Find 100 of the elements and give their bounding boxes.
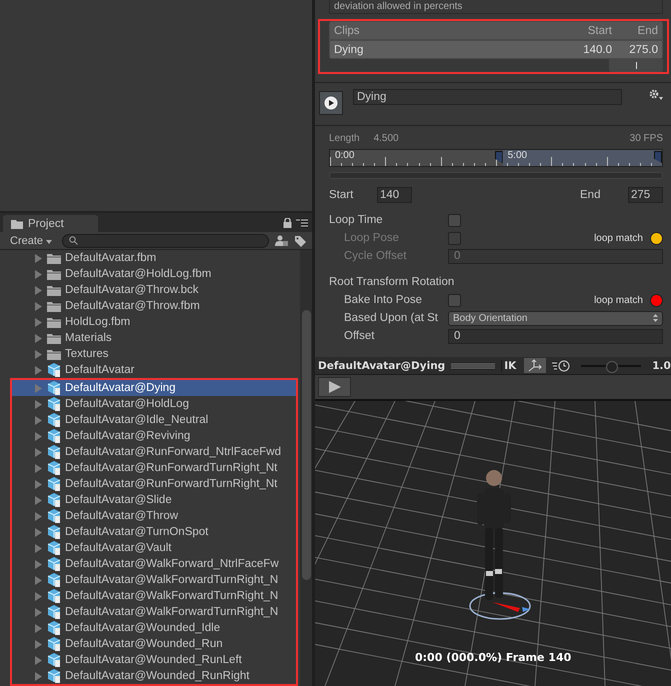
cube-icon: [47, 637, 61, 651]
3d-viewport[interactable]: 0:00 (000.0%) Frame 140: [315, 401, 671, 686]
timeline-label: 5:00: [508, 150, 528, 161]
cube-icon: [47, 397, 61, 411]
asset-list-item[interactable]: DefaultAvatar@RunForwardTurnRight_Nt: [12, 476, 296, 492]
end-field[interactable]: 275: [628, 187, 663, 203]
asset-list-item[interactable]: DefaultAvatar@HoldLog: [12, 396, 296, 412]
dropdown[interactable]: Body Orientation: [448, 310, 663, 326]
cube-icon: [47, 493, 61, 507]
range-handle[interactable]: [494, 151, 503, 163]
up-down-arrows-icon: [653, 314, 658, 322]
asset-list-item[interactable]: DefaultAvatar@Throw.bck: [0, 282, 300, 298]
cube-icon: [47, 413, 61, 427]
setting-label: Loop Pose: [344, 232, 400, 244]
cube-icon: [47, 381, 61, 395]
play-button[interactable]: [319, 91, 343, 115]
cube-icon: [47, 509, 61, 523]
asset-list-item[interactable]: DefaultAvatar@Wounded_RunLeft: [12, 652, 296, 668]
asset-list-item[interactable]: HoldLog.fbm: [0, 314, 300, 330]
search-field[interactable]: [62, 234, 269, 248]
asset-list-item[interactable]: Textures: [0, 346, 300, 362]
start-field[interactable]: 140: [377, 187, 412, 203]
timeline-track[interactable]: 0:00 5:00: [329, 149, 663, 167]
project-tab[interactable]: Project: [3, 215, 98, 232]
asset-list-item[interactable]: DefaultAvatar@Slide: [12, 492, 296, 508]
play-button[interactable]: [318, 377, 351, 397]
asset-list-item[interactable]: DefaultAvatar@WalkForward_NtrlFaceFw: [12, 556, 296, 572]
cube-icon: [47, 621, 61, 635]
asset-list-item[interactable]: DefaultAvatar@WalkForwardTurnRight_N: [12, 572, 296, 588]
drag-handle-icon[interactable]: [451, 362, 496, 368]
column-header: Clips: [334, 24, 361, 36]
timeline-label: 0:00: [334, 150, 354, 161]
ik-toggle[interactable]: IK: [501, 360, 518, 372]
playback-status: 0:00 (000.0%) Frame 140: [415, 651, 572, 664]
asset-list-item[interactable]: DefaultAvatar@Throw: [12, 508, 296, 524]
lock-icon[interactable]: [283, 218, 292, 228]
asset-list-item[interactable]: DefaultAvatar@WalkForwardTurnRight_N: [12, 604, 296, 620]
setting-label: Root Transform Rotation: [329, 276, 454, 288]
folder-icon: [47, 332, 61, 344]
folder-icon: [47, 268, 61, 280]
people-icon[interactable]: [275, 235, 288, 246]
asset-list-item[interactable]: DefaultAvatar@Reviving: [12, 428, 296, 444]
tag-icon[interactable]: [294, 234, 306, 247]
search-icon: [69, 236, 78, 246]
asset-list-item[interactable]: Materials: [0, 330, 300, 346]
create-button[interactable]: Create: [6, 234, 56, 247]
clip-row[interactable]: Dying 140.0 275.0: [330, 41, 662, 58]
speed-value: 1.0: [652, 360, 671, 372]
asset-list-item[interactable]: DefaultAvatar@RunForward_NtrlFaceFwd: [12, 444, 296, 460]
setting-label: Bake Into Pose: [344, 294, 423, 306]
slider-thumb[interactable]: [606, 360, 618, 372]
loop-match-label: loop match: [594, 294, 643, 306]
fps-label: 30 FPS: [630, 133, 663, 146]
column-header: End: [636, 24, 658, 36]
folder-icon: [47, 300, 61, 312]
setting-label: Based Upon (at St: [344, 312, 439, 324]
cube-icon: [47, 525, 61, 539]
column-header: Start: [586, 24, 612, 36]
clip-name-field[interactable]: Dying: [353, 89, 622, 105]
cube-icon: [47, 445, 61, 459]
input-field[interactable]: 0: [448, 328, 663, 344]
cube-icon: [47, 363, 61, 377]
start-label: Start: [329, 189, 354, 201]
speed-icon: [552, 360, 570, 372]
cube-icon: [47, 669, 61, 683]
checkbox[interactable]: [448, 214, 461, 226]
play-icon: [324, 96, 338, 110]
asset-list-item[interactable]: DefaultAvatar@TurnOnSpot: [12, 524, 296, 540]
scrollbar[interactable]: [300, 250, 312, 686]
asset-list-item[interactable]: DefaultAvatar@Idle_Neutral: [12, 412, 296, 428]
cube-icon: [47, 429, 61, 443]
preview-title: DefaultAvatar@Dying: [318, 360, 446, 372]
asset-list-item[interactable]: DefaultAvatar.fbm: [0, 250, 300, 266]
asset-list-item[interactable]: DefaultAvatar@Vault: [12, 540, 296, 556]
asset-list-item[interactable]: DefaultAvatar: [0, 362, 300, 378]
folder-icon: [47, 284, 61, 296]
setting-label: Offset: [344, 330, 376, 342]
asset-list-item[interactable]: DefaultAvatar@HoldLog.fbm: [0, 266, 300, 282]
folder-icon: [47, 252, 61, 264]
cube-icon: [47, 573, 61, 587]
asset-list-item[interactable]: DefaultAvatar@Throw.fbm: [0, 298, 300, 314]
cube-icon: [47, 541, 61, 555]
cube-icon: [47, 605, 61, 619]
length-value: 4.500: [374, 133, 399, 146]
asset-list-item[interactable]: DefaultAvatar@RunForwardTurnRight_Nt: [12, 460, 296, 476]
cube-icon: [47, 589, 61, 603]
menu-icon[interactable]: [296, 219, 308, 228]
folder-icon: [47, 316, 61, 328]
setting-label: Cycle Offset: [344, 250, 408, 262]
folder-icon: [47, 348, 61, 360]
asset-list-item[interactable]: DefaultAvatar@Wounded_RunRight: [12, 668, 296, 684]
play-icon: [328, 380, 342, 394]
asset-list-item[interactable]: DefaultAvatar@Wounded_Run: [12, 636, 296, 652]
pivot-icon[interactable]: [524, 358, 546, 373]
checkbox[interactable]: [448, 294, 461, 306]
settings-icon[interactable]: [649, 89, 663, 101]
loop-match-label: loop match: [594, 232, 643, 244]
asset-list-item[interactable]: DefaultAvatar@WalkForwardTurnRight_N: [12, 588, 296, 604]
asset-list-item[interactable]: DefaultAvatar@Dying: [12, 380, 296, 396]
asset-list-item[interactable]: DefaultAvatar@Wounded_Idle: [12, 620, 296, 636]
